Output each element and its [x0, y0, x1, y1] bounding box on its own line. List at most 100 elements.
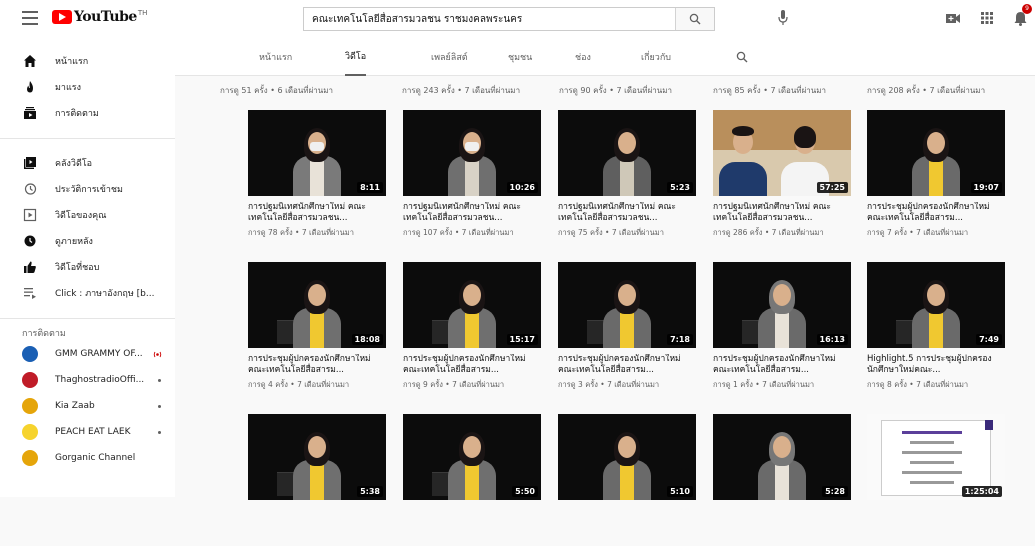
video-thumbnail[interactable]: 15:17 [403, 262, 541, 348]
video-card[interactable]: 7:18 การประชุมผู้ปกครองนักศึกษาใหม่คณะเทค… [558, 262, 696, 394]
video-card[interactable]: 8:11 การปฐมนิเทศนักศึกษาใหม่ คณะเทคโนโลยี… [248, 110, 386, 242]
sidebar-item-trending[interactable]: มาแรง [0, 74, 175, 100]
video-thumbnail[interactable]: 5:28 [713, 414, 851, 500]
video-meta: การดู 7 ครั้ง • 7 เดือนที่ผ่านมา [867, 228, 969, 237]
subscription-item[interactable]: Gorganic Channel [0, 445, 175, 471]
video-thumbnail[interactable]: 19:07 [867, 110, 1005, 196]
sidebar-item-library[interactable]: คลังวิดีโอ [0, 150, 175, 176]
video-meta: การดู 8 ครั้ง • 7 เดือนที่ผ่านมา [867, 380, 969, 389]
sidebar-divider [0, 138, 175, 139]
sidebar-label: Click : ภาษาอังกฤษ [b... [55, 289, 155, 299]
tab-home[interactable]: หน้าแรก [259, 38, 292, 76]
video-card[interactable]: 5:28 [713, 414, 851, 546]
video-card[interactable]: 16:13 การประชุมผู้ปกครองนักศึกษาใหม่คณะเท… [713, 262, 851, 394]
apps-icon[interactable] [981, 12, 993, 24]
video-thumbnail[interactable]: 5:23 [558, 110, 696, 196]
person-figure [927, 284, 945, 306]
sidebar-item-subscriptions[interactable]: การติดตาม [0, 100, 175, 126]
tab-videos[interactable]: วิดีโอ [345, 38, 367, 76]
video-title[interactable]: การปฐมนิเทศนักศึกษาใหม่ คณะเทคโนโลยีสื่อ… [558, 202, 696, 224]
video-thumbnail[interactable]: 1:25:04 [867, 414, 1005, 500]
sidebar-item-playlist[interactable]: Click : ภาษาอังกฤษ [b... [0, 280, 175, 306]
subscription-item[interactable]: PEACH EAT LAEK [0, 419, 175, 445]
person-figure [308, 436, 326, 458]
video-title[interactable]: Highlight.5 การประชุมผู้ปกครองนักศึกษาให… [867, 354, 1005, 376]
sidebar-item-home[interactable]: หน้าแรก [0, 48, 175, 74]
your-videos-icon [23, 208, 37, 222]
video-grid: การดู 51 ครั้ง • 6 เดือนที่ผ่านมา การดู … [175, 76, 1035, 500]
tab-about[interactable]: เกี่ยวกับ [641, 38, 671, 76]
video-card[interactable]: 5:10 [558, 414, 696, 546]
trending-icon [27, 81, 33, 93]
video-thumbnail[interactable]: 10:26 [403, 110, 541, 196]
video-meta: การดู 51 ครั้ง • 6 เดือนที่ผ่านมา [220, 86, 333, 95]
new-content-dot [158, 379, 161, 382]
person-figure [620, 310, 634, 348]
sidebar-item-liked[interactable]: วิดีโอที่ชอบ [0, 254, 175, 280]
video-card[interactable]: 5:23 การปฐมนิเทศนักศึกษาใหม่ คณะเทคโนโลยี… [558, 110, 696, 242]
sidebar-label: วิดีโอของคุณ [55, 211, 107, 221]
video-title[interactable]: การประชุมผู้ปกครองนักศึกษาใหม่คณะเทคโนโล… [248, 354, 386, 376]
channel-avatar [22, 398, 38, 414]
tab-playlists[interactable]: เพลย์ลิสต์ [431, 38, 468, 76]
search-button[interactable] [675, 8, 714, 30]
video-thumbnail[interactable]: 5:38 [248, 414, 386, 500]
video-meta: การดู 78 ครั้ง • 7 เดือนที่ผ่านมา [248, 228, 354, 237]
video-card[interactable]: 5:50 [403, 414, 541, 546]
video-card[interactable]: 10:26 การปฐมนิเทศนักศึกษาใหม่ คณะเทคโนโลย… [403, 110, 541, 242]
sidebar-item-your-videos[interactable]: วิดีโอของคุณ [0, 202, 175, 228]
video-thumbnail[interactable]: 5:10 [558, 414, 696, 500]
top-bar: YouTube TH 9 [0, 0, 1035, 38]
video-thumbnail[interactable]: 18:08 [248, 262, 386, 348]
subscription-item[interactable]: GMM GRAMMY OF... [0, 341, 175, 367]
video-thumbnail[interactable]: 7:18 [558, 262, 696, 348]
video-thumbnail[interactable]: 5:50 [403, 414, 541, 500]
video-duration: 57:25 [816, 182, 848, 193]
sidebar-item-watch-later[interactable]: ดูภายหลัง [0, 228, 175, 254]
video-title[interactable]: การปฐมนิเทศนักศึกษาใหม่ คณะเทคโนโลยีสื่อ… [248, 202, 386, 224]
person-figure [465, 158, 479, 196]
video-title[interactable]: การปฐมนิเทศนักศึกษาใหม่ คณะเทคโนโลยีสื่อ… [403, 202, 541, 224]
video-card[interactable]: 1:25:04 [867, 414, 1005, 546]
video-title[interactable]: การประชุมผู้ปกครองนักศึกษาใหม่คณะเทคโนโล… [867, 202, 1005, 224]
person-figure [775, 462, 789, 500]
menu-icon[interactable] [22, 11, 38, 25]
person-figure [618, 284, 636, 306]
subscription-item[interactable]: Kia Zaab [0, 393, 175, 419]
video-thumbnail[interactable]: 57:25 [713, 110, 851, 196]
notification-badge: 9 [1022, 4, 1032, 14]
video-card[interactable]: 7:49 Highlight.5 การประชุมผู้ปกครองนักศึก… [867, 262, 1005, 394]
video-title[interactable]: การประชุมผู้ปกครองนักศึกษาใหม่คณะเทคโนโล… [558, 354, 696, 376]
video-card[interactable]: 5:38 [248, 414, 386, 546]
video-card[interactable]: 15:17 การประชุมผู้ปกครองนักศึกษาใหม่คณะเท… [403, 262, 541, 394]
home-icon [24, 55, 36, 67]
video-duration: 7:49 [976, 334, 1002, 345]
logo-country: TH [137, 8, 148, 17]
create-video-icon[interactable] [946, 13, 960, 24]
video-card[interactable]: 18:08 การประชุมผู้ปกครองนักศึกษาใหม่คณะเท… [248, 262, 386, 394]
channel-avatar [22, 450, 38, 466]
playlist-icon [24, 288, 36, 299]
channel-search-icon[interactable] [736, 51, 748, 63]
youtube-logo[interactable]: YouTube TH [52, 9, 147, 25]
video-thumbnail[interactable]: 7:49 [867, 262, 1005, 348]
video-card[interactable]: 19:07 การประชุมผู้ปกครองนักศึกษาใหม่คณะเท… [867, 110, 1005, 242]
tab-channels[interactable]: ช่อง [575, 38, 591, 76]
tab-community[interactable]: ชุมชน [508, 38, 532, 76]
person-figure [719, 162, 767, 196]
video-thumbnail[interactable]: 16:13 [713, 262, 851, 348]
person-figure [927, 132, 945, 154]
search-input[interactable] [304, 8, 675, 30]
person-figure [310, 462, 324, 500]
video-title[interactable]: การประชุมผู้ปกครองนักศึกษาใหม่คณะเทคโนโล… [403, 354, 541, 376]
person-figure [794, 126, 816, 148]
sidebar: หน้าแรก มาแรง การติดตาม คลังวิดีโอ ประวั… [0, 38, 175, 497]
sidebar-item-history[interactable]: ประวัติการเข้าชม [0, 176, 175, 202]
subscription-name: Kia Zaab [55, 401, 95, 411]
video-title[interactable]: การประชุมผู้ปกครองนักศึกษาใหม่คณะเทคโนโล… [713, 354, 851, 376]
mic-icon[interactable] [778, 10, 788, 26]
video-card[interactable]: 57:25 การปฐมนิเทศนักศึกษาใหม่ คณะเทคโนโลย… [713, 110, 851, 242]
video-thumbnail[interactable]: 8:11 [248, 110, 386, 196]
video-title[interactable]: การปฐมนิเทศนักศึกษาใหม่ คณะเทคโนโลยีสื่อ… [713, 202, 851, 224]
subscription-item[interactable]: ThaghostradioOffi... [0, 367, 175, 393]
